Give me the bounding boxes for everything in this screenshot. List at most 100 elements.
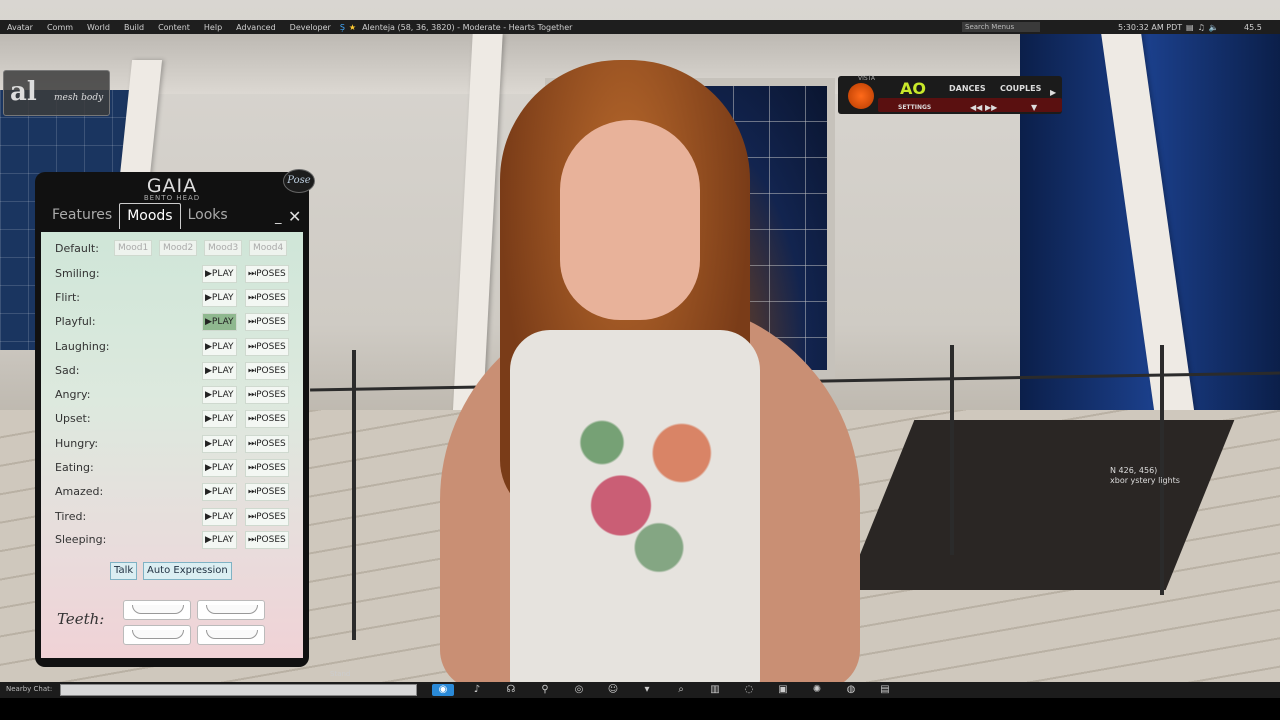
voice-icon[interactable]: Ș [340, 23, 345, 32]
settings-button[interactable]: SETTINGS [898, 104, 931, 111]
search-icon[interactable]: ⌕ [670, 684, 692, 696]
teeth-option-1[interactable] [123, 600, 191, 620]
play-button[interactable]: ▶PLAY [202, 338, 237, 356]
poses-button[interactable]: ⏭POSES [245, 508, 289, 526]
play-button[interactable]: ▶PLAY [202, 362, 237, 380]
menu-avatar[interactable]: Avatar [0, 23, 40, 32]
poses-button[interactable]: ⏭POSES [245, 362, 289, 380]
walk-icon[interactable]: ⚲ [534, 684, 556, 696]
search-menus-input[interactable]: Search Menus [962, 22, 1040, 32]
dances-button[interactable]: DANCES [949, 84, 986, 93]
mesh-body-logo[interactable]: al mesh body [3, 70, 110, 116]
mood-label: Playful: [55, 315, 96, 328]
map-icon[interactable]: ▥ [704, 684, 726, 696]
mood4-button[interactable]: Mood4 [249, 240, 288, 256]
mood-label: Eating: [55, 461, 94, 474]
overlay-line-2: xbor ystery lights [1110, 476, 1180, 485]
mood-label: Amazed: [55, 485, 104, 498]
menu-help[interactable]: Help [197, 23, 229, 32]
play-button[interactable]: ▶PLAY [202, 508, 237, 526]
play-button[interactable]: ▶PLAY [202, 410, 237, 428]
next-icon[interactable]: ▶▶ [985, 103, 997, 112]
mood-row-playful: Playful: ▶PLAY ⏭POSES [41, 311, 303, 333]
default-label: Default: [55, 242, 99, 255]
poses-button[interactable]: ⏭POSES [245, 313, 289, 331]
teeth-icon [206, 630, 258, 639]
sound-icon[interactable]: 🔈 [1209, 23, 1219, 32]
music-icon[interactable]: ♫ [1198, 23, 1205, 32]
poses-button[interactable]: ⏭POSES [245, 531, 289, 549]
menu-developer[interactable]: Developer [283, 23, 338, 32]
dropdown-icon[interactable]: ▼ [1031, 103, 1037, 112]
inventory-icon[interactable]: ▤ [874, 684, 896, 696]
menu-world[interactable]: World [80, 23, 117, 32]
poses-button[interactable]: ⏭POSES [245, 410, 289, 428]
railing-post [352, 350, 356, 640]
play-button[interactable]: ▶PLAY [202, 531, 237, 549]
minimize-icon[interactable]: _ [275, 210, 282, 225]
nearby-chat-label: Nearby Chat: [6, 685, 53, 693]
minimap-icon[interactable]: ◌ [738, 684, 760, 696]
stand-button[interactable]: Stand [330, 670, 350, 678]
play-button[interactable]: ▶PLAY [202, 313, 237, 331]
microphone-icon[interactable]: ♪ [466, 684, 488, 696]
poses-button[interactable]: ⏭POSES [245, 265, 289, 283]
mood-label: Sad: [55, 364, 80, 377]
poses-button[interactable]: ⏭POSES [245, 386, 289, 404]
menu-content[interactable]: Content [151, 23, 197, 32]
chat-icon[interactable]: ◉ [432, 684, 454, 696]
play-button[interactable]: ▶PLAY [202, 435, 237, 453]
shirt-icon[interactable]: ▾ [636, 684, 658, 696]
play-button[interactable]: ▶PLAY [202, 386, 237, 404]
menu-build[interactable]: Build [117, 23, 151, 32]
play-button[interactable]: ▶PLAY [202, 289, 237, 307]
poses-button[interactable]: ⏭POSES [245, 338, 289, 356]
mood-row-angry: Angry: ▶PLAY ⏭POSES [41, 384, 303, 406]
people-icon[interactable]: ☺ [602, 684, 624, 696]
teeth-option-4[interactable] [197, 625, 265, 645]
voice-icon[interactable]: ☊ [500, 684, 522, 696]
teeth-option-2[interactable] [197, 600, 265, 620]
gaia-hud: GAIA BENTO HEAD Pose Features Moods Look… [35, 169, 315, 667]
snapshot-icon[interactable]: ▣ [772, 684, 794, 696]
pose-button[interactable]: Pose [283, 169, 315, 193]
power-icon[interactable] [848, 83, 874, 109]
play-button[interactable]: ▶PLAY [202, 483, 237, 501]
hud-subtitle: BENTO HEAD [143, 194, 201, 202]
couples-button[interactable]: COUPLES [1000, 84, 1041, 93]
teeth-label: Teeth: [57, 610, 105, 628]
play-button[interactable]: ▶PLAY [202, 459, 237, 477]
play-button[interactable]: ▶PLAY [202, 265, 237, 283]
poses-button[interactable]: ⏭POSES [245, 459, 289, 477]
ao-hud: VISTA AO DANCES COUPLES SETTINGS ◀◀ ▶▶ ▼… [838, 75, 1062, 114]
poses-button[interactable]: ⏭POSES [245, 483, 289, 501]
mood-row-sad: Sad: ▶PLAY ⏭POSES [41, 360, 303, 382]
media-icon[interactable]: ▤ [1186, 23, 1194, 32]
eye-icon[interactable]: ◎ [568, 684, 590, 696]
menu-comm[interactable]: Comm [40, 23, 80, 32]
logo-text: mesh body [54, 93, 104, 103]
settings-icon[interactable]: ✺ [806, 684, 828, 696]
poses-button[interactable]: ⏭POSES [245, 289, 289, 307]
mood2-button[interactable]: Mood2 [159, 240, 198, 256]
chat-input[interactable] [60, 684, 417, 696]
menu-advanced[interactable]: Advanced [229, 23, 283, 32]
mood3-button[interactable]: Mood3 [204, 240, 243, 256]
tab-features[interactable]: Features [45, 203, 119, 229]
tab-looks[interactable]: Looks [181, 203, 235, 229]
prev-icon[interactable]: ◀◀ [970, 103, 982, 112]
talk-button[interactable]: Talk [110, 562, 138, 580]
mood-row-hungry: Hungry: ▶PLAY ⏭POSES [41, 433, 303, 455]
auto-expression-button[interactable]: Auto Expression [143, 562, 232, 580]
teeth-option-3[interactable] [123, 625, 191, 645]
close-icon[interactable]: ✕ [288, 207, 301, 226]
moods-panel: Default: Mood1 Mood2 Mood3 Mood4 Smiling… [41, 232, 303, 658]
mood-label: Upset: [55, 412, 91, 425]
poses-button[interactable]: ⏭POSES [245, 435, 289, 453]
tab-moods[interactable]: Moods [119, 203, 181, 229]
location-text[interactable]: Alenteja (58, 36, 3820) - Moderate - Hea… [362, 23, 572, 32]
dress-embroidery [545, 390, 735, 600]
mood1-button[interactable]: Mood1 [114, 240, 153, 256]
world-icon[interactable]: ◍ [840, 684, 862, 696]
expand-icon[interactable]: ▶ [1050, 88, 1056, 97]
